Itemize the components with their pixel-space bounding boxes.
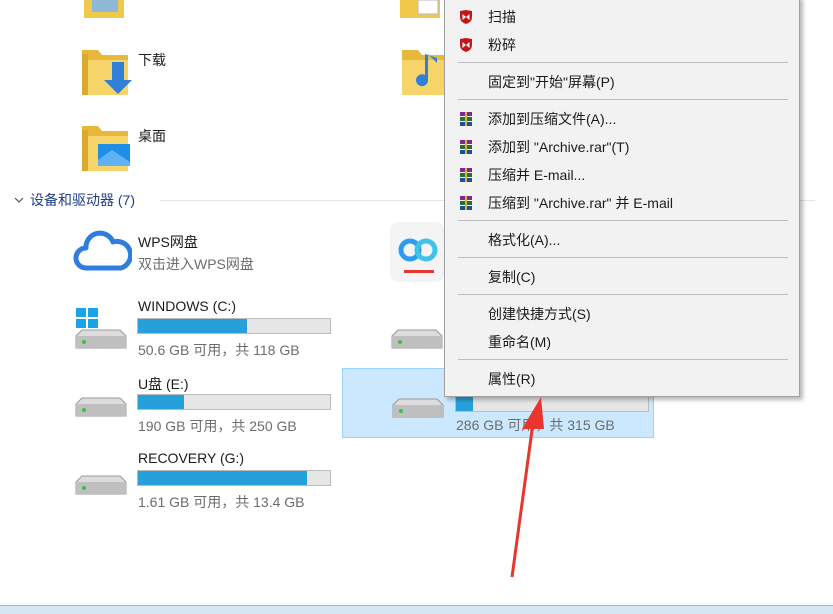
downloads-folder-icon: [82, 50, 132, 95]
drive-item-e[interactable]: U盘 (E:) 190 GB 可用，共 250 GB: [72, 372, 337, 434]
drive-name: U盘 (E:): [138, 376, 189, 392]
drive-name: RECOVERY (G:): [138, 450, 245, 466]
hard-drive-icon: [75, 397, 127, 417]
menu-item-shred[interactable]: 粉碎: [445, 31, 799, 59]
context-menu: 扫描 粉碎 固定到"开始"屏幕(P) 添加到压缩文件(A)... 添加到 "Ar…: [444, 0, 800, 397]
drive-info: 190 GB 可用，共 250 GB: [138, 418, 297, 434]
menu-item-pin-start[interactable]: 固定到"开始"屏幕(P): [445, 68, 799, 96]
menu-separator: [458, 62, 788, 63]
folder-item-desktop[interactable]: 桌面: [78, 116, 278, 176]
pictures-folder-icon[interactable]: [82, 0, 128, 20]
hard-drive-icon: [392, 398, 444, 418]
menu-item-rename[interactable]: 重命名(M): [445, 328, 799, 356]
folder-label: 桌面: [138, 128, 166, 144]
drive-item-c[interactable]: WINDOWS (C:) 50.6 GB 可用，共 118 GB: [72, 296, 337, 358]
mcafee-shield-icon: [460, 38, 472, 52]
drive-item-g[interactable]: RECOVERY (G:) 1.61 GB 可用，共 13.4 GB: [72, 448, 337, 510]
menu-item-properties[interactable]: 属性(R): [445, 365, 799, 393]
menu-item-create-shortcut[interactable]: 创建快捷方式(S): [445, 300, 799, 328]
menu-item-compress-rar-email[interactable]: 压缩到 "Archive.rar" 并 E-mail: [445, 189, 799, 217]
winrar-icon: [460, 196, 472, 210]
folder-item-downloads[interactable]: 下载: [78, 40, 278, 100]
drive-usage-bar: [137, 470, 331, 486]
hard-drive-icon: [75, 475, 127, 495]
menu-separator: [458, 294, 788, 295]
music-folder-icon[interactable]: [398, 40, 444, 98]
winrar-icon: [460, 112, 472, 126]
windows-drive-icon: [75, 308, 127, 349]
drive-info: 1.61 GB 可用，共 13.4 GB: [138, 494, 305, 510]
mcafee-shield-icon: [460, 10, 472, 24]
wps-cloud-item[interactable]: WPS网盘 双击进入WPS网盘: [72, 222, 332, 278]
menu-item-scan[interactable]: 扫描: [445, 3, 799, 31]
desktop-folder-icon: [82, 126, 130, 171]
menu-separator: [458, 257, 788, 258]
cloud-icon: [73, 230, 132, 271]
menu-item-format[interactable]: 格式化(A)...: [445, 226, 799, 254]
drive-info: 50.6 GB 可用，共 118 GB: [138, 342, 300, 358]
documents-folder-icon[interactable]: [398, 0, 444, 20]
drive-item-d[interactable]: [390, 320, 444, 360]
menu-item-copy[interactable]: 复制(C): [445, 263, 799, 291]
menu-separator: [458, 220, 788, 221]
drive-usage-bar: [137, 394, 331, 410]
menu-item-add-rar[interactable]: 添加到 "Archive.rar"(T): [445, 133, 799, 161]
winrar-icon: [460, 168, 472, 182]
drive-usage-bar: [137, 318, 331, 334]
drive-name: WINDOWS (C:): [138, 298, 236, 314]
menu-item-compress-email[interactable]: 压缩并 E-mail...: [445, 161, 799, 189]
folder-label: 下载: [138, 52, 166, 68]
hard-drive-icon: [391, 329, 443, 349]
chevron-down-icon: [14, 197, 24, 203]
menu-item-add-archive[interactable]: 添加到压缩文件(A)...: [445, 105, 799, 133]
winrar-icon: [460, 140, 472, 154]
annotation-arrow: [510, 397, 544, 578]
netdisk-app-icon[interactable]: [390, 222, 444, 282]
menu-separator: [458, 99, 788, 100]
devices-section-header[interactable]: 设备和驱动器 (7): [14, 190, 135, 210]
menu-separator: [458, 359, 788, 360]
wps-name: WPS网盘: [138, 234, 198, 250]
wps-subtitle: 双击进入WPS网盘: [138, 256, 254, 272]
section-title: 设备和驱动器 (7): [30, 192, 135, 208]
